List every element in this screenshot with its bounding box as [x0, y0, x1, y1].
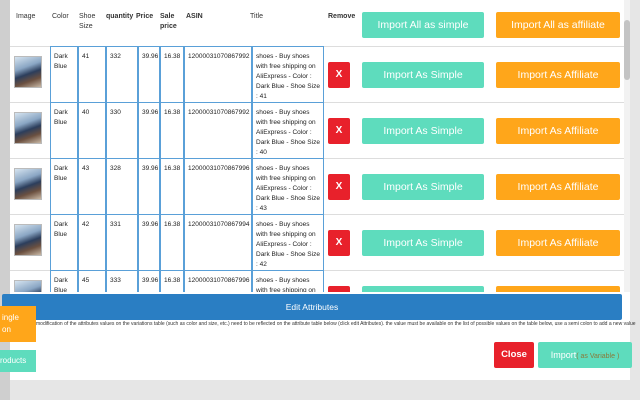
cell-asin[interactable]: 12000031070867992	[184, 102, 252, 158]
cell-sale-price[interactable]: 16.38	[160, 214, 184, 270]
cell-color[interactable]: Dark Blue	[50, 158, 78, 214]
cell-price[interactable]: 39.96	[138, 214, 160, 270]
table-row: Dark Blue 43 328 39.96 16.38 1200003107086799…	[10, 158, 624, 214]
table-row: Dark Blue 40 330 39.96 16.38 1200003107086799…	[10, 102, 624, 158]
edit-attributes-button[interactable]: Edit Attributes	[2, 294, 622, 320]
attributes-note: modification of the attributes values on…	[36, 321, 636, 327]
remove-button[interactable]: X	[328, 174, 350, 200]
header-shoe-size: Shoe Size	[79, 13, 96, 30]
cell-color[interactable]: Dark Blue	[50, 214, 78, 270]
table-row: Dark Blue 45 333 39.96 16.38 1200003107086799…	[10, 270, 624, 292]
cell-asin[interactable]: 12000031070867996	[184, 158, 252, 214]
cell-sale-price[interactable]: 16.38	[160, 102, 184, 158]
cell-price[interactable]: 39.96	[138, 270, 160, 292]
import-as-affiliate-button[interactable]: Import As Affiliate	[496, 230, 620, 256]
cell-quantity[interactable]: 330	[106, 102, 138, 158]
cell-quantity[interactable]: 333	[106, 270, 138, 292]
header-title: Title	[250, 13, 263, 20]
cell-asin[interactable]: 12000031070867994	[184, 214, 252, 270]
cell-quantity[interactable]: 328	[106, 158, 138, 214]
header-remove: Remove	[328, 13, 356, 20]
cell-price[interactable]: 39.96	[138, 102, 160, 158]
import-as-simple-button[interactable]: Import As Simple	[362, 174, 484, 200]
product-image	[14, 56, 42, 88]
as-variable-label: ( as Variable )	[576, 353, 620, 360]
cell-sale-price[interactable]: 16.38	[160, 270, 184, 292]
cell-price[interactable]: 39.96	[138, 158, 160, 214]
cell-size[interactable]: 43	[78, 158, 106, 214]
product-image	[14, 112, 42, 144]
cell-size[interactable]: 40	[78, 102, 106, 158]
cell-color[interactable]: Dark Blue	[50, 270, 78, 292]
import-as-affiliate-button[interactable]: Import As Affiliate	[496, 62, 620, 88]
remove-button[interactable]: X	[328, 118, 350, 144]
import-as-affiliate-button[interactable]: Import As Affiliate	[496, 286, 620, 292]
product-image	[14, 224, 42, 256]
header-color: Color	[52, 13, 69, 20]
cell-size[interactable]: 41	[78, 46, 106, 102]
cell-size[interactable]: 42	[78, 214, 106, 270]
import-as-affiliate-button[interactable]: Import As Affiliate	[496, 118, 620, 144]
cell-asin[interactable]: 12000031070867992	[184, 46, 252, 102]
background-products-button[interactable]: roducts	[0, 350, 36, 372]
table-row: Dark Blue 42 331 39.96 16.38 1200003107086799…	[10, 214, 624, 270]
cell-title[interactable]: shoes - Buy shoes with free shipping on …	[252, 102, 324, 158]
import-as-simple-button[interactable]: Import As Simple	[362, 230, 484, 256]
remove-button[interactable]: X	[328, 62, 350, 88]
cell-asin[interactable]: 12000031070867996	[184, 270, 252, 292]
cell-sale-price[interactable]: 16.38	[160, 158, 184, 214]
cell-title[interactable]: shoes - Buy shoes with free shipping on …	[252, 214, 324, 270]
header-price: Price	[136, 13, 154, 20]
cell-size[interactable]: 45	[78, 270, 106, 292]
import-variations-modal: Image Color Shoe Size quantity Price Sal…	[10, 0, 636, 380]
header-quantity: quantity	[106, 13, 134, 20]
cell-title[interactable]: shoes - Buy shoes with free shipping on …	[252, 270, 324, 292]
cell-color[interactable]: Dark Blue	[50, 46, 78, 102]
background-single-label: ingle on	[2, 313, 19, 334]
import-as-affiliate-button[interactable]: Import As Affiliate	[496, 174, 620, 200]
import-all-simple-button[interactable]: Import All as simple	[362, 12, 484, 38]
product-image	[14, 168, 42, 200]
background-products-label: roducts	[0, 356, 27, 365]
remove-button[interactable]: X	[328, 230, 350, 256]
cell-sale-price[interactable]: 16.38	[160, 46, 184, 102]
background-single-button[interactable]: ingle on	[0, 306, 36, 342]
import-as-simple-button[interactable]: Import As Simple	[362, 118, 484, 144]
table-row: Dark Blue 41 332 39.96 16.38 1200003107086799…	[10, 46, 624, 102]
cell-title[interactable]: shoes - Buy shoes with free shipping on …	[252, 158, 324, 214]
cell-quantity[interactable]: 331	[106, 214, 138, 270]
import-as-variable-button[interactable]: Import( as Variable )	[538, 342, 632, 368]
header-asin: ASIN	[186, 13, 203, 20]
product-image	[14, 280, 42, 292]
import-label: Import	[550, 350, 577, 360]
variations-table: Image Color Shoe Size quantity Price Sal…	[10, 0, 624, 292]
import-as-simple-button[interactable]: Import As Simple	[362, 62, 484, 88]
close-button[interactable]: Close	[494, 342, 534, 368]
import-as-simple-button[interactable]: Import As Simple	[362, 286, 484, 292]
cell-price[interactable]: 39.96	[138, 46, 160, 102]
import-all-affiliate-button[interactable]: Import All as affiliate	[496, 12, 620, 38]
header-image: Image	[16, 13, 36, 20]
cell-quantity[interactable]: 332	[106, 46, 138, 102]
remove-button[interactable]: X	[328, 286, 350, 292]
cell-color[interactable]: Dark Blue	[50, 102, 78, 158]
cell-title[interactable]: shoes - Buy shoes with free shipping on …	[252, 46, 324, 102]
modal-scrollbar-thumb[interactable]	[624, 20, 630, 80]
header-sale-price: Sale price	[160, 13, 177, 30]
